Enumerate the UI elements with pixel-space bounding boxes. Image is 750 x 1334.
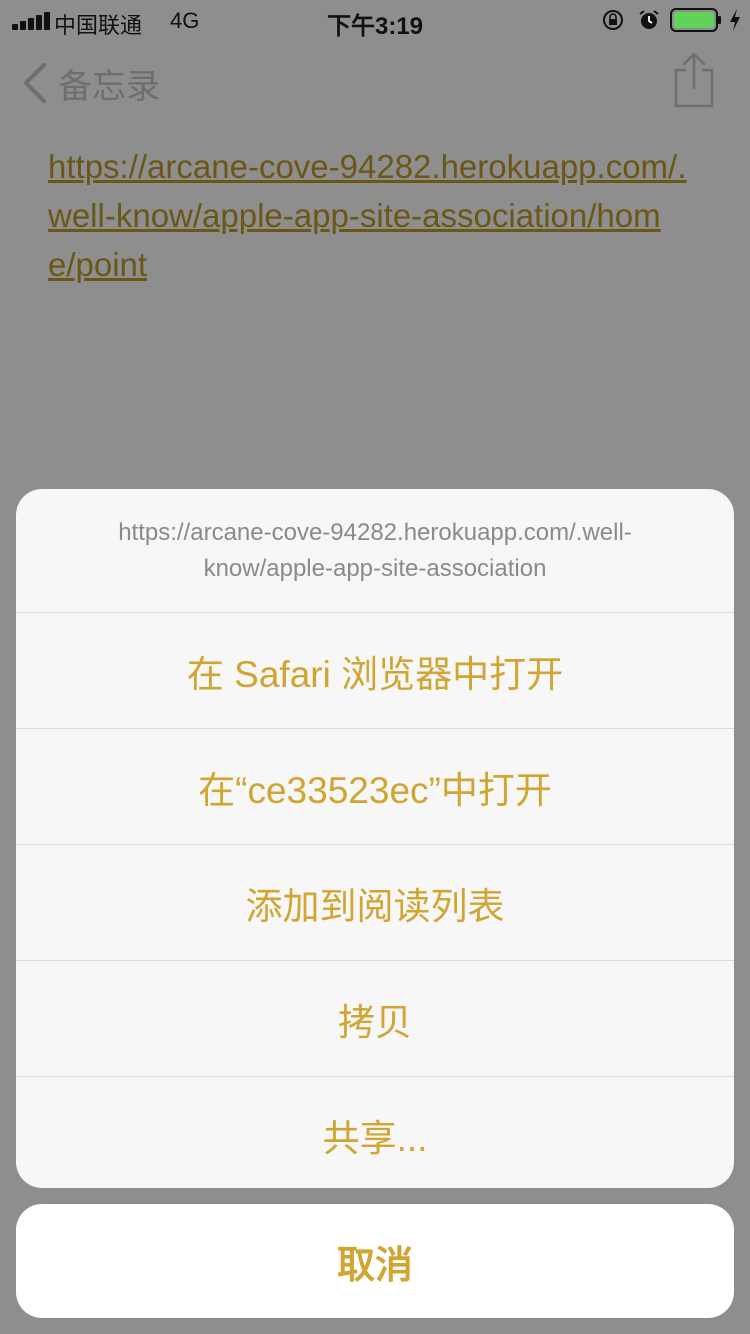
- share-icon[interactable]: [672, 50, 716, 110]
- share-button[interactable]: 共享...: [16, 1077, 734, 1188]
- open-in-app-button[interactable]: 在“ce33523ec”中打开: [16, 729, 734, 845]
- battery-icon: [670, 8, 721, 32]
- charging-icon: [730, 9, 740, 31]
- alarm-icon: [639, 10, 659, 29]
- chevron-left-icon: [24, 63, 46, 103]
- open-in-safari-button[interactable]: 在 Safari 浏览器中打开: [16, 613, 734, 729]
- back-button[interactable]: 备忘录: [20, 58, 160, 108]
- action-sheet: https://arcane-cove-94282.herokuapp.com/…: [16, 489, 734, 1188]
- add-to-reading-list-button[interactable]: 添加到阅读列表: [16, 845, 734, 961]
- back-label: 备忘录: [58, 67, 160, 106]
- orientation-lock-icon: [603, 10, 623, 30]
- action-sheet-title: https://arcane-cove-94282.herokuapp.com/…: [16, 489, 734, 613]
- status-bar: 中国联通 4G 下午3:19: [0, 0, 750, 42]
- note-link[interactable]: https://arcane-cove-94282.herokuapp.com/…: [48, 142, 688, 289]
- notes-screen: 中国联通 4G 下午3:19 备忘录 https://arcane-cove-9…: [0, 0, 750, 1334]
- copy-button[interactable]: 拷贝: [16, 961, 734, 1077]
- cancel-button[interactable]: 取消: [16, 1204, 734, 1318]
